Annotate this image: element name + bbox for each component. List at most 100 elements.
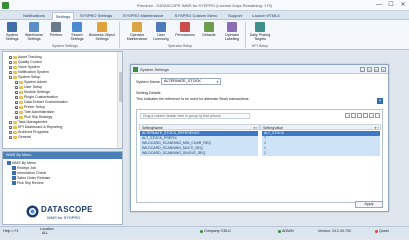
- system-settings-button[interactable]: System Settings: [2, 22, 22, 44]
- column-header-setting-name[interactable]: SettingName ▼Y: [139, 124, 260, 130]
- window-title: Premium - DATASCOPE WMS for SYSPRO (Lice…: [137, 3, 272, 8]
- menu-header: WMS By Menu: [3, 152, 122, 159]
- tab-launch-html5[interactable]: Launch HTML5: [248, 12, 284, 20]
- system-settings-dialog: System Settings – □ ▢ × System Name ALTE…: [130, 64, 389, 212]
- refresh-icon[interactable]: [345, 113, 350, 118]
- user-icon: [278, 229, 281, 233]
- close-button[interactable]: ✕: [399, 1, 407, 9]
- menu-icon: [12, 166, 16, 171]
- tree-scrollbar[interactable]: [117, 52, 122, 148]
- export-icon[interactable]: [357, 113, 362, 118]
- folder-icon: [19, 110, 23, 114]
- user-indicator: ADMIN: [278, 229, 294, 233]
- folder-icon: [13, 130, 17, 134]
- logo-subtitle: WMS for SYSPRO: [47, 215, 81, 220]
- operator-maintenance-button[interactable]: Operator Maintenance: [125, 22, 149, 44]
- expand-icon[interactable]: +: [9, 55, 12, 59]
- group-label-kpi-setup: KPI Setup: [251, 44, 269, 48]
- operator-icon: [132, 22, 142, 32]
- minimize-button[interactable]: —: [375, 1, 383, 9]
- system-name-label: System Name: [136, 80, 160, 84]
- user-licensing-icon: [156, 22, 166, 32]
- expand-icon[interactable]: +: [15, 100, 18, 104]
- version-label: Version: 24.2.40.700: [318, 229, 351, 233]
- tab-support[interactable]: Support: [224, 12, 246, 20]
- system-name-select[interactable]: ALTERNATE_STOCK ▼: [161, 78, 221, 85]
- help-icon[interactable]: ?: [377, 98, 383, 104]
- cell-setting-name: WILDCARD_SCANNING_SINGLE_SEQ: [140, 151, 258, 156]
- business-object-icon: [97, 22, 107, 32]
- expand-icon[interactable]: +: [9, 60, 12, 64]
- tree-item[interactable]: + General: [9, 135, 31, 140]
- expand-icon[interactable]: +: [15, 90, 18, 94]
- expand-icon[interactable]: +: [15, 105, 18, 109]
- wms-menu-panel: WMS By Menu WMS By Menu Receipt Job Info…: [2, 151, 123, 225]
- folder-icon: [13, 55, 17, 59]
- tab-syspro-settings[interactable]: SYSPRO Settings: [76, 12, 116, 20]
- menu-icon: [12, 181, 16, 186]
- folder-icon: [13, 60, 17, 64]
- scroll-thumb[interactable]: [119, 72, 122, 102]
- folder-icon: [13, 65, 17, 69]
- business-object-settings-button[interactable]: Business Object Settings: [89, 22, 115, 44]
- expand-icon[interactable]: +: [9, 125, 12, 129]
- filter-icon[interactable]: [351, 113, 356, 118]
- menu-item[interactable]: Pick Slip Review: [12, 181, 44, 186]
- expand-icon[interactable]: +: [15, 85, 18, 89]
- ribbon-tabs: Notifications Settings SYSPRO Settings S…: [0, 11, 409, 20]
- cell-setting-value[interactable]: 1: [262, 151, 380, 156]
- ribbon-group-separator: [245, 22, 246, 48]
- setting-details-label: Setting Details: [136, 91, 161, 95]
- ribbon: System Settings Warehouse Settings Print…: [0, 20, 409, 50]
- tab-syspro-maintenance[interactable]: SYSPRO Maintenance: [118, 12, 168, 20]
- folder-icon: [19, 105, 23, 109]
- quest-indicator: Quest: [375, 229, 389, 233]
- title-bar: Premium - DATASCOPE WMS for SYSPRO (Lice…: [0, 0, 409, 11]
- permissions-button[interactable]: Permissions: [173, 22, 197, 44]
- table-row[interactable]: WILDCARD_SCANNING_SINGLE_SEQ 1: [139, 151, 381, 156]
- location-value: ALL: [42, 231, 49, 235]
- company-icon: [200, 229, 203, 233]
- help-grid-icon[interactable]: [375, 113, 380, 118]
- tab-syspro-custom-menu[interactable]: SYSPRO Custom Menu: [170, 12, 222, 20]
- user-licensing-button[interactable]: User Licensing: [151, 22, 171, 44]
- dialog-maximize-button[interactable]: ▢: [374, 67, 379, 72]
- expand-icon[interactable]: +: [15, 115, 18, 119]
- group-by-area[interactable]: Drag a column header here to group by th…: [140, 113, 250, 119]
- warehouse-settings-button[interactable]: Warehouse Settings: [24, 22, 44, 44]
- expand-icon[interactable]: +: [9, 130, 12, 134]
- expand-icon[interactable]: +: [15, 110, 18, 114]
- settings-icon: [7, 22, 17, 32]
- expand-icon[interactable]: +: [9, 65, 12, 69]
- folder-icon: [13, 70, 17, 74]
- dialog-close-button[interactable]: ×: [381, 67, 386, 72]
- folder-icon: [19, 100, 23, 104]
- printer-icon: [51, 22, 61, 32]
- layout-icon[interactable]: [369, 113, 374, 118]
- column-header-setting-value[interactable]: SettingValue ▼Y: [260, 124, 381, 130]
- expand-icon[interactable]: +: [9, 135, 12, 139]
- collapse-icon[interactable]: −: [9, 75, 12, 79]
- dialog-minimize-button[interactable]: –: [360, 67, 365, 72]
- datascope-logo: DATASCOPE WMS for SYSPRO: [23, 204, 105, 222]
- expand-icon[interactable]: +: [15, 95, 18, 99]
- expand-icon[interactable]: +: [9, 120, 12, 124]
- expand-icon[interactable]: +: [15, 80, 18, 84]
- datascope-logo-icon: [26, 205, 39, 218]
- tab-notifications[interactable]: Notifications: [18, 12, 50, 20]
- columns-icon[interactable]: [363, 113, 368, 118]
- search-settings-button[interactable]: Search Settings: [67, 22, 87, 44]
- warehouse-icon: [29, 22, 39, 32]
- printers-button[interactable]: Printers: [46, 22, 66, 44]
- apply-button[interactable]: Apply: [355, 201, 383, 208]
- group-label-operator-setup: Operator Setup: [167, 44, 193, 48]
- folder-icon: [19, 85, 23, 89]
- defaults-button[interactable]: Defaults: [199, 22, 219, 44]
- maximize-button[interactable]: ☐: [387, 1, 395, 9]
- tab-settings[interactable]: Settings: [52, 12, 74, 20]
- operator-labelling-button[interactable]: Operator Labelling: [221, 22, 243, 44]
- dialog-restore-button[interactable]: □: [367, 67, 372, 72]
- chevron-down-icon: ▼: [216, 80, 219, 84]
- expand-icon[interactable]: +: [9, 70, 12, 74]
- daily-picking-targets-button[interactable]: Daily Picking Targets: [248, 22, 272, 44]
